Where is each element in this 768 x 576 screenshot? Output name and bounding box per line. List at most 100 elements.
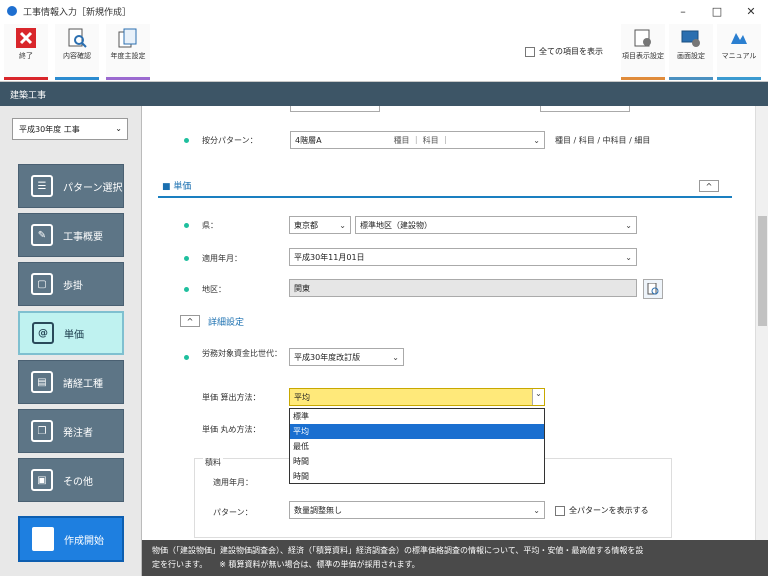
nav-unit-price[interactable]: @ 単価 <box>18 311 124 355</box>
chevron-down-icon: ⌄ <box>392 352 399 362</box>
nav-label: パターン選択 <box>63 182 123 194</box>
chevron-down-icon: ⌄ <box>115 124 122 133</box>
nav-pattern-select[interactable]: ☰ パターン選択 <box>18 164 124 208</box>
minimize-button[interactable]: – <box>666 0 700 22</box>
area-label: 地区： <box>202 285 226 294</box>
exit-label: 終了 <box>19 52 33 60</box>
pencil-icon: ✎ <box>31 224 53 246</box>
prefecture-select[interactable]: 東京都 ⌄ <box>289 216 351 234</box>
window-title: 工事情報入力［新規作成］ <box>23 7 132 18</box>
group-pattern-select[interactable]: 数量調整無し ⌄ <box>289 501 545 519</box>
nav-label: 発注者 <box>63 427 93 439</box>
unit-price-section-title: ■ 単価 <box>162 182 192 192</box>
grid-icon: ☰ <box>31 175 53 197</box>
year-settings-button[interactable]: 年度主設定 <box>106 24 150 80</box>
chevron-down-icon: ⌄ <box>625 252 632 262</box>
copy-settings-icon <box>117 27 139 49</box>
manual-button[interactable]: マニュアル <box>717 24 761 80</box>
page-icon: ▢ <box>31 273 53 295</box>
display-settings-icon <box>632 27 654 49</box>
create-start-label: 作成開始 <box>64 535 104 547</box>
show-all-checkbox[interactable] <box>525 46 535 57</box>
display-settings-label: 項目表示設定 <box>622 52 664 60</box>
labor-gen-select[interactable]: 平成30年度改訂版 ⌄ <box>289 348 404 366</box>
labor-gen-value: 平成30年度改訂版 <box>294 352 361 362</box>
detail-settings-label[interactable]: 詳細設定 <box>208 315 244 328</box>
show-all-patterns-label: 全パターンを表示する <box>569 506 649 515</box>
nav-label: 歩掛 <box>63 280 83 292</box>
section-title: 建築工事 <box>10 90 47 101</box>
help-footer: 物価（「建設物価」建設物価調査会）、経済（「積算資料」経済調査会）の標準価格調査… <box>142 540 768 576</box>
nav-project-summary[interactable]: ✎ 工事概要 <box>18 213 124 257</box>
year-settings-label: 年度主設定 <box>110 52 146 60</box>
nav-label: 工事概要 <box>63 231 103 243</box>
applied-month-value: 平成30年11月01日 <box>294 252 365 262</box>
ratio-pattern-select[interactable]: 4階層A 種目 ｜ 科目 ｜ ⌄ <box>290 131 545 149</box>
vertical-scrollbar[interactable] <box>755 106 768 540</box>
prefecture-label: 県： <box>202 221 218 230</box>
screen-settings-button[interactable]: 画面設定 <box>669 24 713 80</box>
detail-collapse-button[interactable]: ^ <box>180 315 200 327</box>
copy-icon: ❐ <box>31 420 53 442</box>
area-lookup-button[interactable] <box>643 279 663 299</box>
exit-button[interactable]: 終了 <box>4 24 48 80</box>
nav-expense-types[interactable]: ▤ 諸経工種 <box>18 360 124 404</box>
unit-calc-select[interactable]: 平均 ⌄ <box>289 388 545 406</box>
nav-other[interactable]: ▣ その他 <box>18 458 124 502</box>
required-dot <box>184 355 189 360</box>
show-all-label: 全ての項目を表示 <box>539 47 603 56</box>
screen-settings-label: 画面設定 <box>677 52 705 60</box>
unit-calc-value: 平均 <box>294 392 310 402</box>
display-settings-button[interactable]: 項目表示設定 <box>621 24 665 80</box>
dropdown-option[interactable]: 標準 <box>290 409 544 424</box>
footer-line-1: 物価（「建設物価」建設物価調査会）、経済（「積算資料」経済調査会）の標準価格調査… <box>152 546 644 555</box>
show-all-patterns-toggle[interactable]: 全パターンを表示する <box>555 505 649 516</box>
nav-orderer[interactable]: ❐ 発注者 <box>18 409 124 453</box>
dropdown-option[interactable]: 時間 <box>290 454 544 469</box>
dropdown-option[interactable]: 最低 <box>290 439 544 454</box>
at-icon: @ <box>32 322 54 344</box>
group-pattern-label: パターン： <box>213 508 253 517</box>
unit-round-label: 単価 丸め方法： <box>202 425 261 434</box>
sidebar: 平成30年度 工事 ⌄ ☰ パターン選択 ✎ 工事概要 ▢ 歩掛 @ 単価 ▤ … <box>0 106 142 576</box>
chevron-down-icon: ⌄ <box>625 220 632 230</box>
app-icon <box>7 6 17 16</box>
unit-calc-dropdown[interactable]: 標準 平均 最低 時間 時間 <box>289 408 545 484</box>
show-all-toggle[interactable]: 全ての項目を表示 <box>525 46 603 57</box>
group-applied-month-label: 適用年月： <box>213 478 253 487</box>
close-icon <box>15 27 37 49</box>
ratio-pattern-hint: 種目 / 科目 / 中科目 / 細目 <box>555 136 651 145</box>
close-window-button[interactable]: ✕ <box>734 0 768 22</box>
section-divider <box>158 196 732 198</box>
dropdown-option[interactable]: 時間 <box>290 469 544 484</box>
collapse-button[interactable]: ^ <box>699 180 719 192</box>
preview-button[interactable]: 内容確認 <box>55 24 99 80</box>
region-select[interactable]: 標準地区（建設物） ⌄ <box>355 216 637 234</box>
materials-group-title: 積料 <box>203 457 223 468</box>
unit-calc-label: 単価 算出方法： <box>202 393 261 402</box>
footer-line-2: 定を行います。 ※ 積算資料が無い場合は、標準の単価が採用されます。 <box>152 560 420 569</box>
dropdown-option-selected[interactable]: 平均 <box>290 424 544 439</box>
group-pattern-value: 数量調整無し <box>294 505 342 515</box>
maximize-button[interactable]: □ <box>700 0 734 22</box>
manual-icon <box>728 27 750 49</box>
nav-labor-rate[interactable]: ▢ 歩掛 <box>18 262 124 306</box>
screen-settings-icon <box>680 27 702 49</box>
chevron-down-icon: ⌄ <box>533 505 540 515</box>
create-document-icon <box>32 527 54 551</box>
applied-month-select[interactable]: 平成30年11月01日 ⌄ <box>289 248 637 266</box>
area-field: 関東 <box>289 279 637 297</box>
applied-month-label: 適用年月： <box>202 254 242 263</box>
nav-label: 諸経工種 <box>63 378 103 390</box>
required-dot <box>184 287 189 292</box>
area-value: 関東 <box>294 283 310 293</box>
search-document-icon <box>647 283 659 295</box>
ratio-pattern-label: 按分パターン： <box>202 136 258 145</box>
create-start-button[interactable]: 作成開始 <box>18 516 124 562</box>
box-icon: ▣ <box>31 469 53 491</box>
show-all-patterns-checkbox[interactable] <box>555 505 565 516</box>
required-dot <box>184 223 189 228</box>
scroll-thumb[interactable] <box>758 216 767 326</box>
chevron-down-icon: ⌄ <box>339 220 346 230</box>
year-select[interactable]: 平成30年度 工事 ⌄ <box>12 118 128 140</box>
